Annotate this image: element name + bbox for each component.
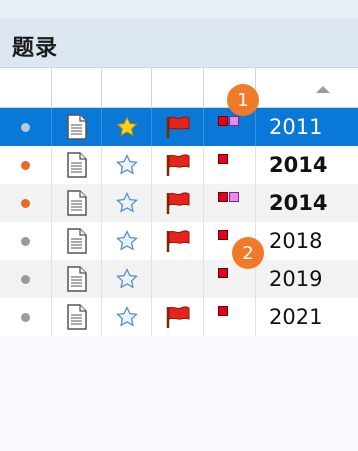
document-icon: [66, 190, 87, 216]
star-icon: [115, 116, 138, 137]
sort-ascending-icon: [316, 86, 330, 93]
star-icon: [115, 306, 138, 327]
document-icon: [66, 228, 87, 254]
read-status-cell[interactable]: [0, 146, 52, 184]
star-cell[interactable]: [102, 222, 152, 260]
attachment-cell[interactable]: [52, 222, 102, 260]
table-row[interactable]: 2018: [0, 222, 358, 260]
flag-cell[interactable]: [152, 222, 204, 260]
col-header-year[interactable]: [256, 68, 358, 108]
year-cell[interactable]: 2021: [256, 298, 358, 336]
tags-cell[interactable]: [204, 184, 256, 222]
attachment-cell[interactable]: [52, 298, 102, 336]
pink-tag-icon: [229, 192, 239, 202]
star-cell[interactable]: [102, 184, 152, 222]
year-text: 2014: [269, 191, 328, 215]
document-icon: [66, 304, 87, 330]
read-status-icon: [21, 274, 30, 284]
year-text: 2011: [269, 115, 323, 139]
red-tag-icon: [218, 230, 228, 240]
read-status-cell[interactable]: [0, 184, 52, 222]
col-header-attachment[interactable]: [52, 68, 102, 108]
callout-marker-2: 2: [232, 237, 264, 269]
color-tags: [218, 116, 239, 126]
reference-list-panel: 题录 2011 2014 2014 2018 2019 2021 1 2: [0, 0, 358, 451]
read-status-cell[interactable]: [0, 108, 52, 146]
red-tag-icon: [218, 268, 228, 278]
attachment-cell[interactable]: [52, 184, 102, 222]
year-text: 2014: [269, 153, 328, 177]
flag-cell[interactable]: [152, 184, 204, 222]
year-text: 2018: [269, 229, 323, 253]
star-cell[interactable]: [102, 108, 152, 146]
read-status-icon: [21, 198, 30, 208]
year-text: 2019: [269, 267, 323, 291]
red-tag-icon: [218, 154, 228, 164]
color-tags: [218, 306, 228, 316]
star-cell[interactable]: [102, 146, 152, 184]
grid-header: [0, 68, 358, 108]
read-status-cell[interactable]: [0, 222, 52, 260]
attachment-cell[interactable]: [52, 260, 102, 298]
star-icon: [115, 154, 138, 175]
tags-cell[interactable]: [204, 146, 256, 184]
table-row[interactable]: 2014: [0, 146, 358, 184]
table-row[interactable]: 2021: [0, 298, 358, 336]
panel-title: 题录: [12, 36, 59, 61]
flag-icon: [166, 116, 189, 138]
flag-icon: [166, 192, 189, 214]
year-cell[interactable]: 2011: [256, 108, 358, 146]
read-status-icon: [21, 160, 30, 170]
year-text: 2021: [269, 305, 323, 329]
color-tags: [218, 230, 228, 240]
document-icon: [66, 152, 87, 178]
year-cell[interactable]: 2019: [256, 260, 358, 298]
star-cell[interactable]: [102, 260, 152, 298]
attachment-cell[interactable]: [52, 108, 102, 146]
flag-icon: [166, 154, 189, 176]
panel-top-strip: [0, 0, 358, 18]
read-status-icon: [21, 236, 30, 246]
red-tag-icon: [218, 192, 228, 202]
flag-icon: [166, 230, 189, 252]
flag-cell[interactable]: [152, 260, 204, 298]
col-header-flag[interactable]: [152, 68, 204, 108]
star-icon: [115, 192, 138, 213]
star-icon: [115, 230, 138, 251]
tags-cell[interactable]: [204, 298, 256, 336]
col-header-star[interactable]: [102, 68, 152, 108]
color-tags: [218, 192, 239, 202]
callout-marker-1: 1: [227, 84, 259, 116]
star-cell[interactable]: [102, 298, 152, 336]
red-tag-icon: [218, 116, 228, 126]
panel-header: 题录: [0, 18, 358, 68]
document-icon: [66, 266, 87, 292]
read-status-cell[interactable]: [0, 298, 52, 336]
year-cell[interactable]: 2014: [256, 146, 358, 184]
table-row[interactable]: 2019: [0, 260, 358, 298]
read-status-icon: [21, 312, 30, 322]
table-row[interactable]: 2011: [0, 108, 358, 146]
red-tag-icon: [218, 306, 228, 316]
read-status-icon: [21, 122, 30, 132]
col-header-status[interactable]: [0, 68, 52, 108]
attachment-cell[interactable]: [52, 146, 102, 184]
star-icon: [115, 268, 138, 289]
year-cell[interactable]: 2014: [256, 184, 358, 222]
read-status-cell[interactable]: [0, 260, 52, 298]
table-row[interactable]: 2014: [0, 184, 358, 222]
flag-cell[interactable]: [152, 298, 204, 336]
flag-cell[interactable]: [152, 108, 204, 146]
document-icon: [66, 114, 87, 140]
flag-cell[interactable]: [152, 146, 204, 184]
flag-icon: [166, 306, 189, 328]
year-cell[interactable]: 2018: [256, 222, 358, 260]
pink-tag-icon: [229, 116, 239, 126]
color-tags: [218, 154, 228, 164]
color-tags: [218, 268, 228, 278]
